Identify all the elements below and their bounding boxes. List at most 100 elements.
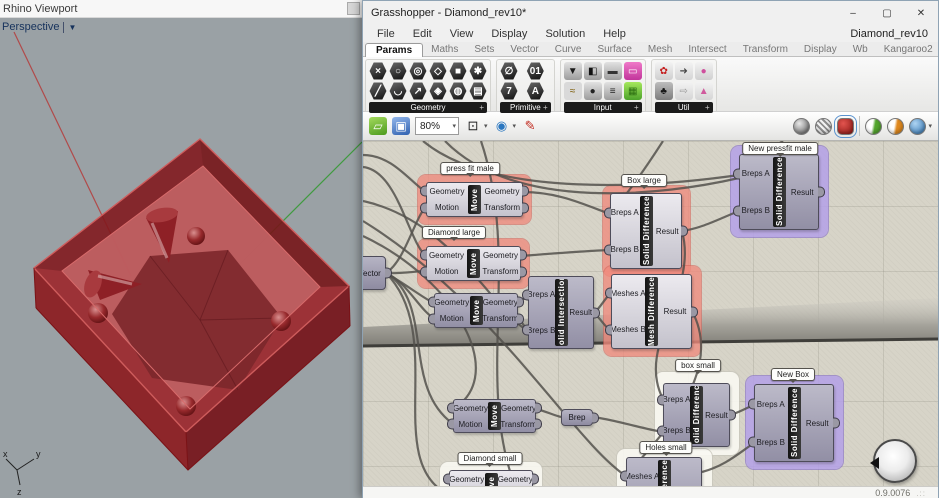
- relay-icon[interactable]: ➜: [674, 62, 693, 80]
- output-transform[interactable]: Transform: [482, 203, 522, 212]
- input-breps-a[interactable]: Breps A: [527, 290, 555, 299]
- knob-icon[interactable]: ●: [583, 82, 602, 100]
- input-breps-b[interactable]: Breps B: [611, 245, 639, 254]
- output-geometry[interactable]: Geometry: [501, 404, 536, 413]
- cherry-picker-icon[interactable]: ✿: [654, 62, 673, 80]
- output-transform[interactable]: Transform: [500, 420, 536, 429]
- tab-mesh[interactable]: Mesh: [640, 44, 680, 56]
- boolean-param-icon[interactable]: 01: [526, 62, 544, 80]
- output-result[interactable]: Result: [704, 411, 729, 420]
- solid-difference-box-large[interactable]: Breps A Breps B Solid Difference Result: [610, 193, 682, 269]
- maximize-button[interactable]: ▢: [870, 1, 904, 25]
- preview-visibility-icon-caret[interactable]: ▾: [513, 122, 517, 130]
- move-component-diamond-large[interactable]: Geometry Motion Move Geometry Transform: [426, 246, 521, 281]
- solid-intersection-component[interactable]: Breps A Breps B Solid Intersection Result: [527, 276, 594, 349]
- input-breps-a[interactable]: Breps A: [611, 208, 639, 217]
- null-param-icon[interactable]: ∅: [500, 62, 518, 80]
- tab-intersect[interactable]: Intersect: [680, 44, 734, 56]
- preview-hidden-icon[interactable]: [793, 117, 811, 135]
- wire[interactable]: [701, 442, 755, 474]
- box-param-icon[interactable]: ■: [449, 62, 467, 80]
- solid-difference-new-box[interactable]: Breps A Breps B Solid Difference Result: [754, 384, 834, 462]
- navigation-compass[interactable]: [870, 439, 917, 483]
- open-definition-icon[interactable]: ▱: [369, 117, 387, 135]
- tab-params[interactable]: Params: [365, 43, 424, 57]
- group-label-bubble[interactable]: Diamond large: [421, 226, 487, 239]
- group-label-bubble[interactable]: Box large: [621, 174, 667, 187]
- tab-kangaroo2[interactable]: Kangaroo2: [876, 44, 939, 56]
- menu-solution[interactable]: Solution: [537, 27, 593, 41]
- surface-param-icon[interactable]: ◎: [409, 62, 427, 80]
- tab-sets[interactable]: Sets: [466, 44, 502, 56]
- ribbon-group-expand-icon[interactable]: +: [634, 103, 639, 112]
- gh-canvas[interactable]: Holes large GeometryMotionMoveGeometryTr…: [363, 141, 938, 486]
- vector-param[interactable]: Vector: [363, 256, 386, 290]
- save-definition-icon[interactable]: ▣: [392, 117, 410, 135]
- input-meshes-a[interactable]: Meshes A: [610, 289, 645, 298]
- move-component-press-fit-male[interactable]: Geometry Motion Move Geometry Transform: [426, 182, 523, 217]
- move-component-4[interactable]: Geometry Motion Move Geometry Transform: [453, 399, 537, 433]
- input-meshes-b[interactable]: Meshes B: [610, 325, 646, 334]
- group-label-bubble[interactable]: press fit male: [440, 162, 500, 175]
- galapagos-icon[interactable]: ●: [694, 62, 713, 80]
- text-param-icon[interactable]: A: [526, 82, 544, 100]
- curve-param-icon[interactable]: ◡: [389, 82, 407, 100]
- rhino-viewport[interactable]: Rhino Viewport Perspective ▼ x y z: [0, 0, 362, 498]
- zoom-extents-icon-caret[interactable]: ▾: [484, 122, 488, 130]
- colour-swatch-icon[interactable]: ▦: [623, 82, 642, 100]
- wire[interactable]: [681, 209, 740, 233]
- data-dam-icon[interactable]: ♣: [654, 82, 673, 100]
- input-breps-b[interactable]: Breps B: [527, 326, 555, 335]
- output-result[interactable]: Result: [802, 419, 834, 428]
- panel-icon[interactable]: ▭: [623, 62, 642, 80]
- input-breps-a[interactable]: Breps A: [740, 169, 772, 178]
- button-icon[interactable]: ▼: [563, 62, 582, 80]
- input-geometry[interactable]: Geometry: [434, 298, 469, 307]
- field-param-icon[interactable]: ✱: [469, 62, 487, 80]
- input-motion[interactable]: Motion: [427, 267, 466, 276]
- group-label-bubble[interactable]: New Box: [770, 368, 816, 381]
- output-geometry[interactable]: Geometry: [481, 251, 520, 260]
- input-breps-b[interactable]: Breps B: [662, 426, 690, 435]
- display-settings-icon-caret[interactable]: ▾: [928, 122, 932, 130]
- output-transform[interactable]: Transform: [481, 267, 520, 276]
- wire[interactable]: [363, 153, 427, 193]
- input-breps-b[interactable]: Breps B: [755, 438, 787, 447]
- twisted-box-param-icon[interactable]: ◈: [429, 82, 447, 100]
- geometry-param-icon[interactable]: ×: [369, 62, 387, 80]
- tab-display[interactable]: Display: [796, 44, 845, 56]
- resize-grip[interactable]: .::: [916, 489, 926, 498]
- output-geometry[interactable]: Geometry: [483, 298, 518, 307]
- menu-display[interactable]: Display: [483, 27, 535, 41]
- jump-icon[interactable]: ⇨: [674, 82, 693, 100]
- vector-param-icon[interactable]: ↗: [409, 82, 427, 100]
- preview-baked-icon[interactable]: [887, 117, 905, 135]
- preview-selected-icon[interactable]: [865, 117, 883, 135]
- wire[interactable]: [592, 415, 664, 434]
- group-label-bubble[interactable]: Diamond small: [457, 452, 523, 465]
- tab-transform[interactable]: Transform: [735, 44, 796, 56]
- input-geometry[interactable]: Geometry: [453, 404, 488, 413]
- zoom-extents-icon[interactable]: ⊡: [464, 117, 482, 135]
- toggle-icon[interactable]: ◧: [583, 62, 602, 80]
- tab-maths[interactable]: Maths: [423, 44, 466, 56]
- input-breps-a[interactable]: Breps A: [663, 395, 691, 404]
- output-result[interactable]: Result: [787, 188, 819, 197]
- graph-mapper-icon[interactable]: ≈: [563, 82, 582, 100]
- wire[interactable]: [522, 190, 611, 216]
- input-geometry[interactable]: Geometry: [427, 251, 466, 260]
- input-geometry[interactable]: Geometry: [449, 475, 484, 484]
- move-component-3[interactable]: Geometry Motion Move Geometry Transform: [434, 293, 518, 328]
- red-box-model[interactable]: [32, 138, 351, 471]
- close-button[interactable]: ✕: [904, 1, 938, 25]
- output-transform[interactable]: Transform: [482, 314, 518, 323]
- group-label-bubble[interactable]: box small: [675, 359, 721, 372]
- integer-param-icon[interactable]: 7: [500, 82, 518, 100]
- window-titlebar[interactable]: Grasshopper - Diamond_rev10* – ▢ ✕: [363, 1, 938, 25]
- sketch-tool-icon[interactable]: ✎: [521, 117, 539, 135]
- output-geometry[interactable]: Geometry: [482, 187, 522, 196]
- output-result[interactable]: Result: [569, 308, 594, 317]
- viewport-mode-label[interactable]: Perspective ▼: [2, 21, 76, 33]
- input-breps-b[interactable]: Breps B: [740, 206, 772, 215]
- wire[interactable]: [520, 248, 611, 258]
